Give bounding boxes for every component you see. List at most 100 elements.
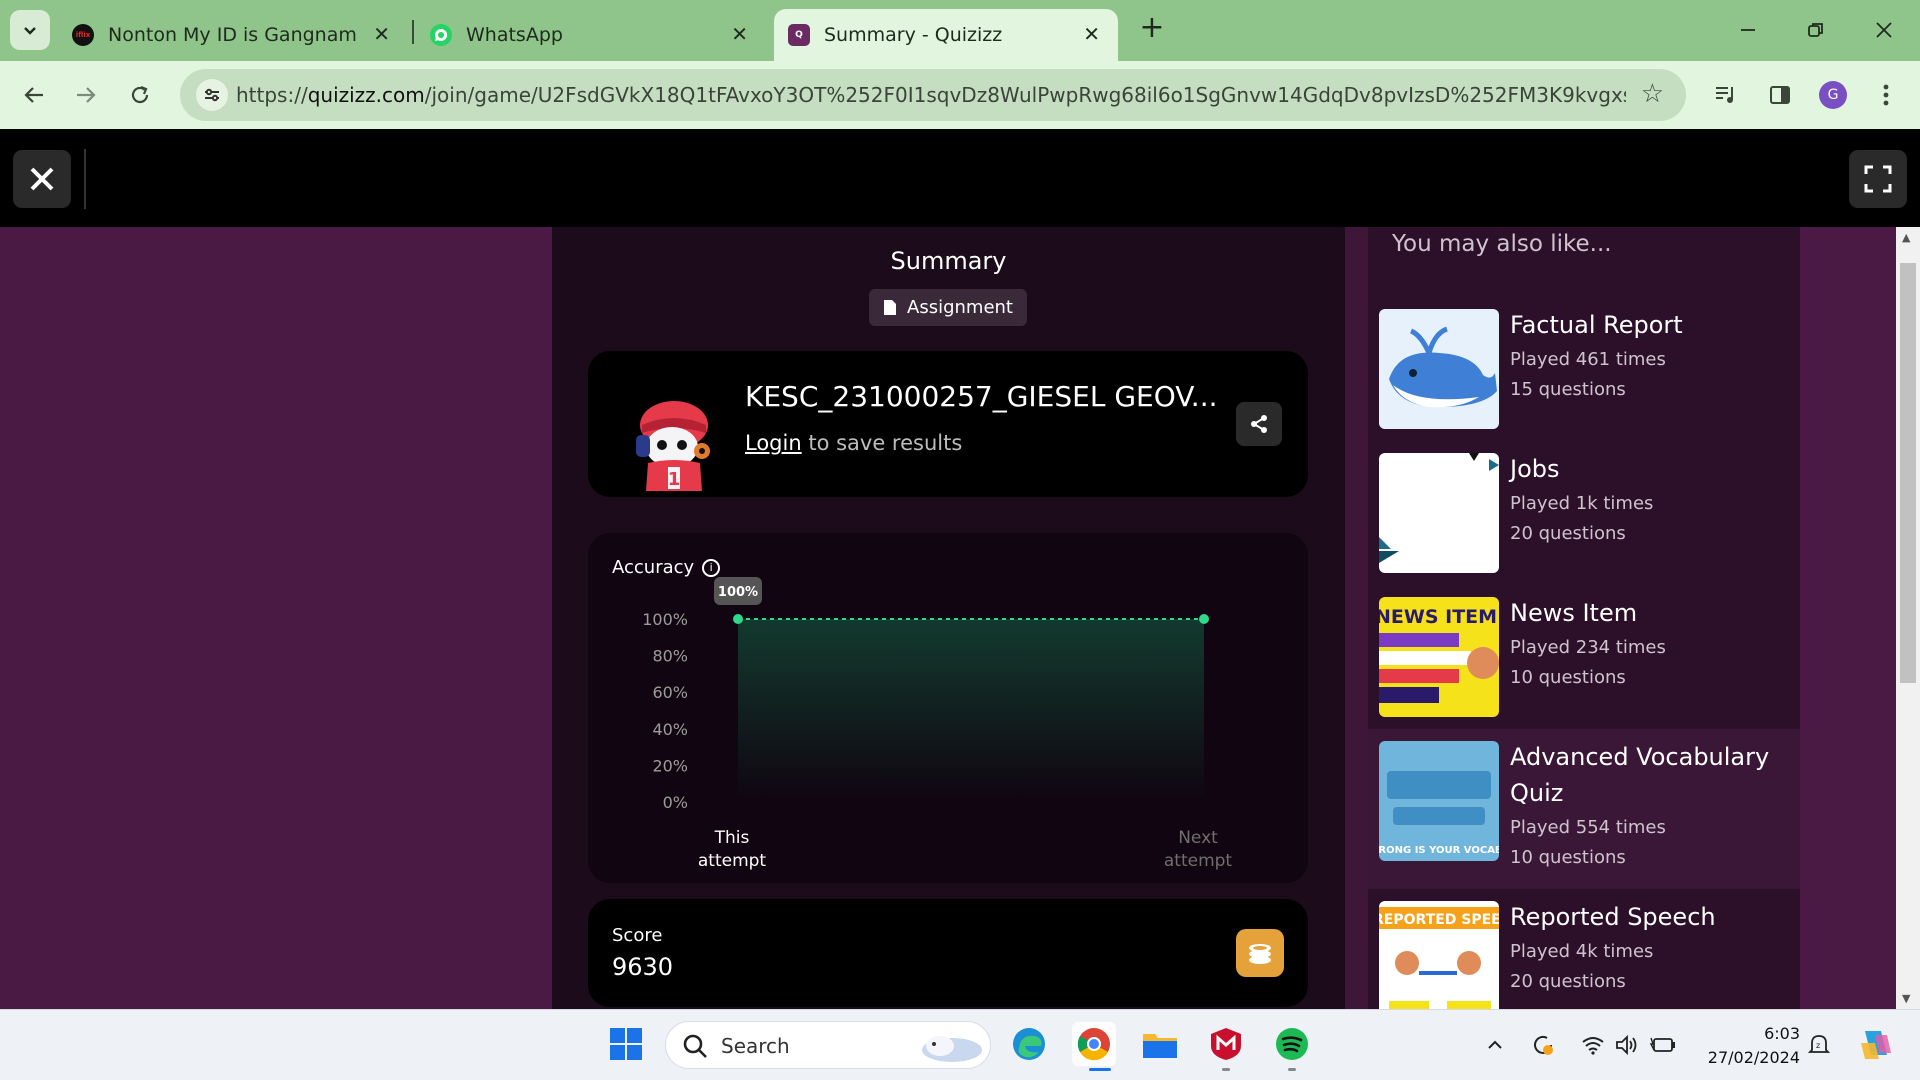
login-link[interactable]: Login [745, 431, 802, 455]
tab-title: WhatsApp [466, 24, 563, 46]
rec-item-advanced-vocabulary[interactable]: HOW STRONG IS YOUR VOCABULARY? Advanced … [1368, 729, 1800, 889]
close-tab-icon[interactable]: ✕ [731, 22, 748, 46]
tab-gangnam-beauty[interactable]: iflix Nonton My ID is Gangnam Beauty ✕ [58, 9, 408, 61]
thumbnail-text: REPORTED SPEECH [1379, 912, 1499, 928]
x-tick-label: Next [1178, 828, 1218, 848]
x-tick-label: This [714, 828, 750, 848]
arrow-right-icon [77, 87, 96, 103]
svg-text:z: z [1816, 1041, 1820, 1050]
wifi-icon[interactable] [1580, 1032, 1606, 1058]
rec-questions: 10 questions [1510, 667, 1626, 688]
tab-title: Summary - Quizizz [824, 24, 1003, 46]
volume-icon[interactable] [1614, 1032, 1640, 1058]
bookmark-star-icon[interactable]: ☆ [1641, 79, 1664, 109]
sync-icon[interactable] [1530, 1032, 1556, 1058]
new-tab-button[interactable]: + [1136, 12, 1168, 44]
battery-icon[interactable] [1650, 1032, 1676, 1058]
rec-questions: 20 questions [1510, 523, 1626, 544]
tab-separator [412, 20, 414, 44]
assignment-badge: Assignment [869, 289, 1027, 326]
player-avatar: 1 [636, 401, 710, 491]
close-tab-icon[interactable]: ✕ [373, 22, 390, 46]
player-name: KESC_231000257_GIESEL GEOV... [745, 380, 1218, 413]
tab-whatsapp[interactable]: WhatsApp ✕ [416, 9, 766, 61]
forward-button[interactable] [66, 75, 106, 115]
close-window-button[interactable] [1864, 10, 1904, 50]
scrollbar-thumb[interactable] [1900, 263, 1916, 683]
rec-item-jobs[interactable]: Jobs Played 1k times 20 questions [1368, 441, 1800, 585]
y-tick-label: 60% [652, 683, 688, 702]
quizizz-page: Summary Assignment 1 KESC_231000257_GIES… [0, 129, 1920, 1009]
x-tick-label: attempt [1164, 851, 1233, 871]
rec-played: Played 554 times [1510, 817, 1666, 838]
recommendation-panel: You may also like... Factual Report Play… [1368, 227, 1800, 1009]
edge-icon[interactable] [1007, 1022, 1051, 1066]
rec-played: Played 4k times [1510, 941, 1654, 962]
y-tick-label: 20% [652, 756, 688, 775]
minimize-button[interactable] [1728, 10, 1768, 50]
x-tick-label: attempt [698, 851, 767, 871]
windows-start-icon[interactable] [604, 1022, 648, 1066]
reported-speech-thumbnail: REPORTED SPEECH [1379, 901, 1499, 1009]
reload-icon [131, 85, 149, 104]
chevron-up-icon[interactable] [1482, 1032, 1508, 1058]
quiz-top-bar [0, 129, 1920, 227]
rec-item-factual-report[interactable]: Factual Report Played 461 times 15 quest… [1368, 297, 1800, 441]
restore-button[interactable] [1796, 10, 1836, 50]
rec-item-reported-speech[interactable]: REPORTED SPEECH Reported Speech Played 4… [1368, 889, 1800, 1009]
copilot-icon[interactable] [1856, 1024, 1896, 1064]
spotify-icon[interactable] [1270, 1022, 1314, 1066]
mcafee-icon[interactable] [1204, 1022, 1248, 1066]
data-point [1199, 614, 1209, 624]
jobs-thumbnail [1379, 453, 1499, 573]
browser-tab-strip: iflix Nonton My ID is Gangnam Beauty ✕ W… [0, 0, 1920, 61]
topbar-divider [84, 149, 86, 209]
tab-search-button[interactable] [10, 10, 50, 50]
tab-quizizz-summary[interactable]: Q Summary - Quizizz ✕ [774, 9, 1118, 61]
url-scheme: https:// [236, 83, 308, 107]
rec-item-news-item[interactable]: NEWS ITEM TEXT News Item Played 234 time… [1368, 585, 1800, 729]
profile-avatar[interactable]: G [1819, 81, 1847, 109]
active-app-indicator [1089, 1068, 1111, 1071]
coins-button[interactable] [1236, 929, 1284, 977]
close-icon [30, 167, 54, 191]
close-tab-icon[interactable]: ✕ [1083, 22, 1100, 46]
file-explorer-icon[interactable] [1138, 1022, 1182, 1066]
clock-time: 6:03 [1764, 1024, 1800, 1043]
address-bar[interactable]: https://quizizz.com/join/game/U2FsdGVkX1… [180, 69, 1686, 121]
login-suffix: to save results [801, 431, 963, 455]
media-controls-icon[interactable] [1710, 79, 1742, 111]
score-value: 9630 [612, 953, 674, 981]
kebab-menu-icon[interactable] [1870, 79, 1902, 111]
fullscreen-button[interactable] [1849, 150, 1907, 208]
side-panel-icon[interactable] [1764, 79, 1796, 111]
player-card: 1 KESC_231000257_GIESEL GEOV... Login to… [588, 351, 1308, 497]
vocabulary-thumbnail: HOW STRONG IS YOUR VOCABULARY? [1379, 741, 1499, 861]
close-icon [1876, 22, 1892, 38]
share-button[interactable] [1236, 402, 1282, 446]
notification-icon[interactable]: z [1806, 1032, 1832, 1058]
accuracy-chart: 0% 20% 40% 60% 80% 100% 100% This attempt Next att… [642, 577, 1233, 871]
whale-thumbnail [1379, 309, 1499, 429]
y-tick-label: 100% [642, 610, 688, 629]
page-scrollbar[interactable]: ▲ ▼ [1896, 227, 1920, 1009]
rec-questions: 15 questions [1510, 379, 1626, 400]
tooltip-label: 100% [718, 585, 758, 600]
quizizz-icon: Q [788, 24, 810, 46]
browser-toolbar: https://quizizz.com/join/game/U2FsdGVkX1… [0, 61, 1920, 129]
open-app-indicator [1222, 1068, 1230, 1071]
system-clock[interactable]: 6:03 27/02/2024 [1700, 1022, 1800, 1070]
back-button[interactable] [14, 75, 54, 115]
rec-title: Reported Speech [1510, 903, 1716, 931]
chrome-icon[interactable] [1072, 1022, 1116, 1066]
scroll-up-icon[interactable]: ▲ [1902, 231, 1910, 244]
taskbar-search-label: Search [721, 1034, 790, 1058]
summary-panel: Summary Assignment 1 KESC_231000257_GIES… [552, 227, 1345, 1009]
score-label: Score [612, 925, 663, 946]
scroll-down-icon[interactable]: ▼ [1902, 992, 1910, 1005]
reload-button[interactable] [120, 75, 160, 115]
site-info-icon[interactable] [196, 79, 228, 111]
share-icon [1251, 415, 1267, 433]
taskbar-search[interactable]: Search [665, 1021, 991, 1069]
exit-quiz-button[interactable] [13, 150, 71, 208]
